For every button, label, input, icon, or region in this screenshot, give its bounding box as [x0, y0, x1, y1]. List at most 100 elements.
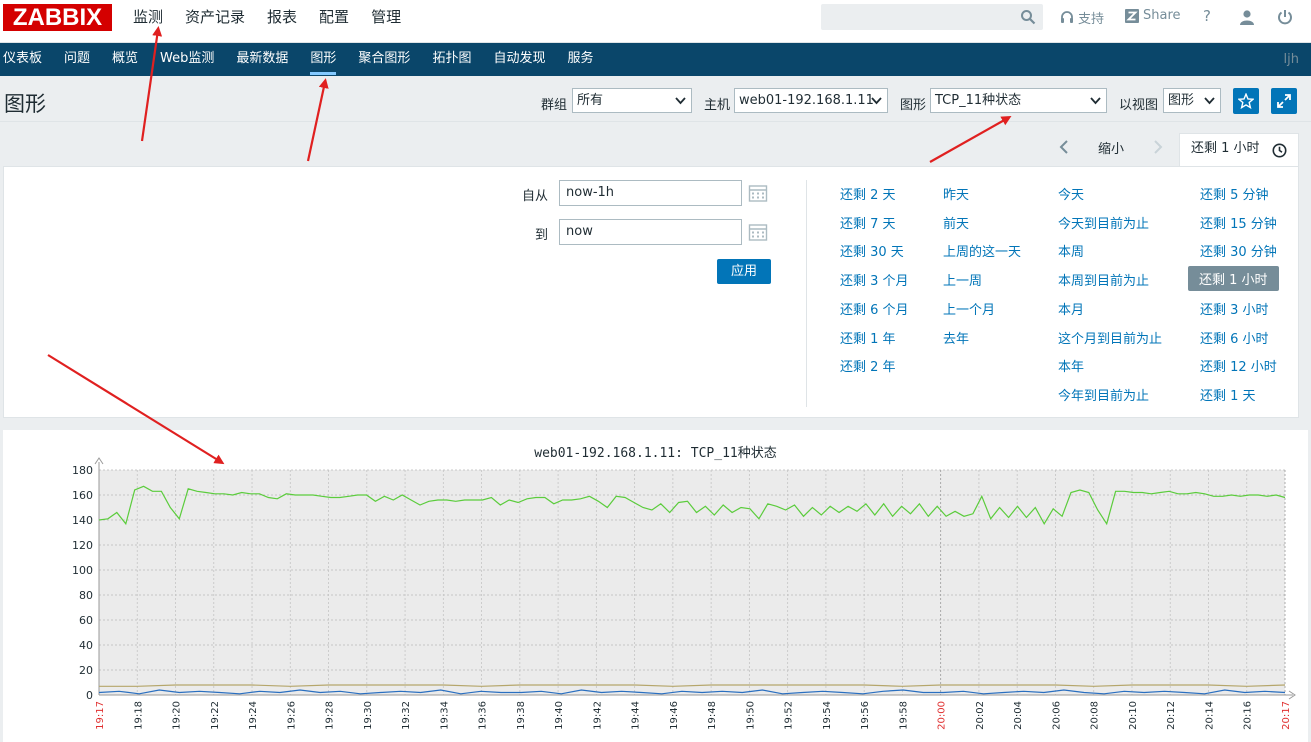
quick-range-link[interactable]: 还剩 6 个月	[840, 299, 909, 318]
quick-range-link[interactable]: 还剩 15 分钟	[1200, 213, 1277, 232]
zabbix-logo[interactable]: ZABBIX	[3, 4, 112, 31]
x-tick-label: 20:00	[937, 701, 948, 730]
quick-range-link[interactable]: 昨天	[943, 184, 969, 203]
x-tick-label: 19:32	[401, 701, 412, 730]
top-menu-monitoring[interactable]: 监测	[122, 0, 174, 43]
top-menu-inventory[interactable]: 资产记录	[174, 0, 256, 43]
tcp-states-chart[interactable]: 0 20 40 60 80 100 120 140 160 180 19:17 19:18 19:20 1…	[3, 430, 1308, 742]
quick-range-link[interactable]: 上一周	[943, 270, 982, 289]
calendar-icon[interactable]	[748, 183, 768, 203]
from-input[interactable]: now-1h	[559, 180, 742, 206]
x-tick-label: 19:42	[592, 701, 603, 730]
quick-range-link[interactable]: 还剩 30 天	[840, 241, 904, 260]
nav-graphs[interactable]: 图形	[299, 43, 347, 76]
quick-range-link[interactable]: 还剩 3 小时	[1200, 299, 1269, 318]
quick-range-link[interactable]: 前天	[943, 213, 969, 232]
top-menu: 监测 资产记录 报表 配置 管理	[122, 0, 412, 43]
x-tick-label: 20:10	[1128, 701, 1139, 730]
from-label: 自从	[522, 189, 549, 204]
group-label: 群组	[541, 98, 568, 113]
y-tick-label: 140	[72, 514, 93, 527]
time-range-tab[interactable]: 还剩 1 小时	[1179, 133, 1299, 167]
sign-out-icon[interactable]	[1277, 9, 1293, 25]
y-tick-label: 0	[86, 689, 93, 702]
quick-range-link[interactable]: 上一个月	[943, 299, 995, 318]
x-tick-label: 20:02	[975, 701, 986, 730]
x-tick-label: 19:54	[822, 701, 833, 730]
zoom-out-button[interactable]: 缩小	[1098, 138, 1124, 157]
x-tick-label: 19:26	[286, 701, 297, 730]
time-filter-panel: 自从 now-1h 到 now 应用 还剩 2 天 还剩 7 天 还剩 30 天…	[3, 166, 1299, 418]
nav-services[interactable]: 服务	[556, 43, 604, 76]
top-menu-reports[interactable]: 报表	[256, 0, 308, 43]
fullscreen-button[interactable]	[1271, 88, 1297, 114]
nav-maps[interactable]: 拓扑图	[421, 43, 482, 76]
top-menu-administration[interactable]: 管理	[360, 0, 412, 43]
host-select[interactable]: web01-192.168.1.11	[734, 88, 888, 113]
group-select[interactable]: 所有	[572, 88, 692, 113]
y-tick-label: 80	[79, 589, 93, 602]
view-select-value: 图形	[1168, 93, 1195, 108]
quick-range-link[interactable]: 还剩 30 分钟	[1200, 241, 1277, 260]
quick-range-selected[interactable]: 还剩 1 小时	[1188, 266, 1279, 291]
x-tick-label: 19:46	[669, 701, 680, 730]
quick-range-link[interactable]: 还剩 3 个月	[840, 270, 909, 289]
x-tick-label: 19:30	[363, 701, 374, 730]
quick-range-link[interactable]: 本月	[1058, 299, 1084, 318]
group-select-value: 所有	[577, 93, 604, 108]
user-profile-icon[interactable]	[1239, 9, 1255, 25]
search-input[interactable]	[821, 4, 1043, 30]
nav-web[interactable]: Web监测	[149, 43, 225, 76]
graph-select[interactable]: TCP_11种状态	[930, 88, 1107, 113]
view-select[interactable]: 图形	[1163, 88, 1221, 113]
support-link[interactable]: 支持	[1060, 8, 1104, 27]
share-link[interactable]: Share	[1125, 8, 1181, 23]
graph-select-value: TCP_11种状态	[935, 93, 1022, 108]
quick-range-link[interactable]: 还剩 2 年	[840, 356, 896, 375]
x-tick-label: 20:16	[1243, 701, 1254, 730]
x-tick-label: 19:56	[860, 701, 871, 730]
apply-button[interactable]: 应用	[717, 259, 771, 284]
nav-dashboard[interactable]: 仪表板	[0, 43, 53, 76]
search-icon[interactable]	[1020, 9, 1036, 25]
y-tick-label: 40	[79, 639, 93, 652]
chevron-down-icon	[675, 97, 686, 105]
top-menu-configuration[interactable]: 配置	[308, 0, 360, 43]
quick-range-link[interactable]: 还剩 1 年	[840, 328, 896, 347]
quick-range-link[interactable]: 去年	[943, 328, 969, 347]
host-select-value: web01-192.168.1.11	[739, 93, 874, 108]
calendar-icon[interactable]	[748, 222, 768, 242]
to-input[interactable]: now	[559, 219, 742, 245]
nav-overview[interactable]: 概览	[101, 43, 149, 76]
clock-icon	[1272, 143, 1287, 158]
host-label: 主机	[704, 98, 731, 113]
quick-range-link[interactable]: 还剩 6 小时	[1200, 328, 1269, 347]
chevron-left-icon[interactable]	[1057, 139, 1071, 155]
quick-range-link[interactable]: 还剩 1 天	[1200, 385, 1256, 404]
chevron-right-icon[interactable]	[1151, 139, 1165, 155]
quick-range-link[interactable]: 上周的这一天	[943, 241, 1021, 260]
nav-screens[interactable]: 聚合图形	[347, 43, 421, 76]
nav-discovery[interactable]: 自动发现	[482, 43, 556, 76]
quick-range-link[interactable]: 还剩 12 小时	[1200, 356, 1277, 375]
nav-problems[interactable]: 问题	[53, 43, 101, 76]
x-tick-label: 19:24	[248, 701, 259, 730]
quick-range-link[interactable]: 本年	[1058, 356, 1084, 375]
quick-range-link[interactable]: 今天	[1058, 184, 1084, 203]
help-button[interactable]: ?	[1203, 7, 1211, 25]
quick-range-link[interactable]: 本周	[1058, 241, 1084, 260]
x-tick-label: 19:48	[707, 701, 718, 730]
x-tick-label: 19:20	[172, 701, 183, 730]
quick-range-link[interactable]: 还剩 5 分钟	[1200, 184, 1269, 203]
page-title: 图形	[4, 92, 46, 116]
quick-range-link[interactable]: 今年到目前为止	[1058, 385, 1149, 404]
quick-range-link[interactable]: 本周到目前为止	[1058, 270, 1149, 289]
quick-range-link[interactable]: 今天到目前为止	[1058, 213, 1149, 232]
favorite-button[interactable]	[1233, 88, 1259, 114]
nav-latest-data[interactable]: 最新数据	[225, 43, 299, 76]
x-tick-label: 19:52	[784, 701, 795, 730]
quick-range-link[interactable]: 还剩 2 天	[840, 184, 896, 203]
chevron-down-icon	[1204, 97, 1215, 105]
quick-range-link[interactable]: 还剩 7 天	[840, 213, 896, 232]
quick-range-link[interactable]: 这个月到目前为止	[1058, 328, 1162, 347]
